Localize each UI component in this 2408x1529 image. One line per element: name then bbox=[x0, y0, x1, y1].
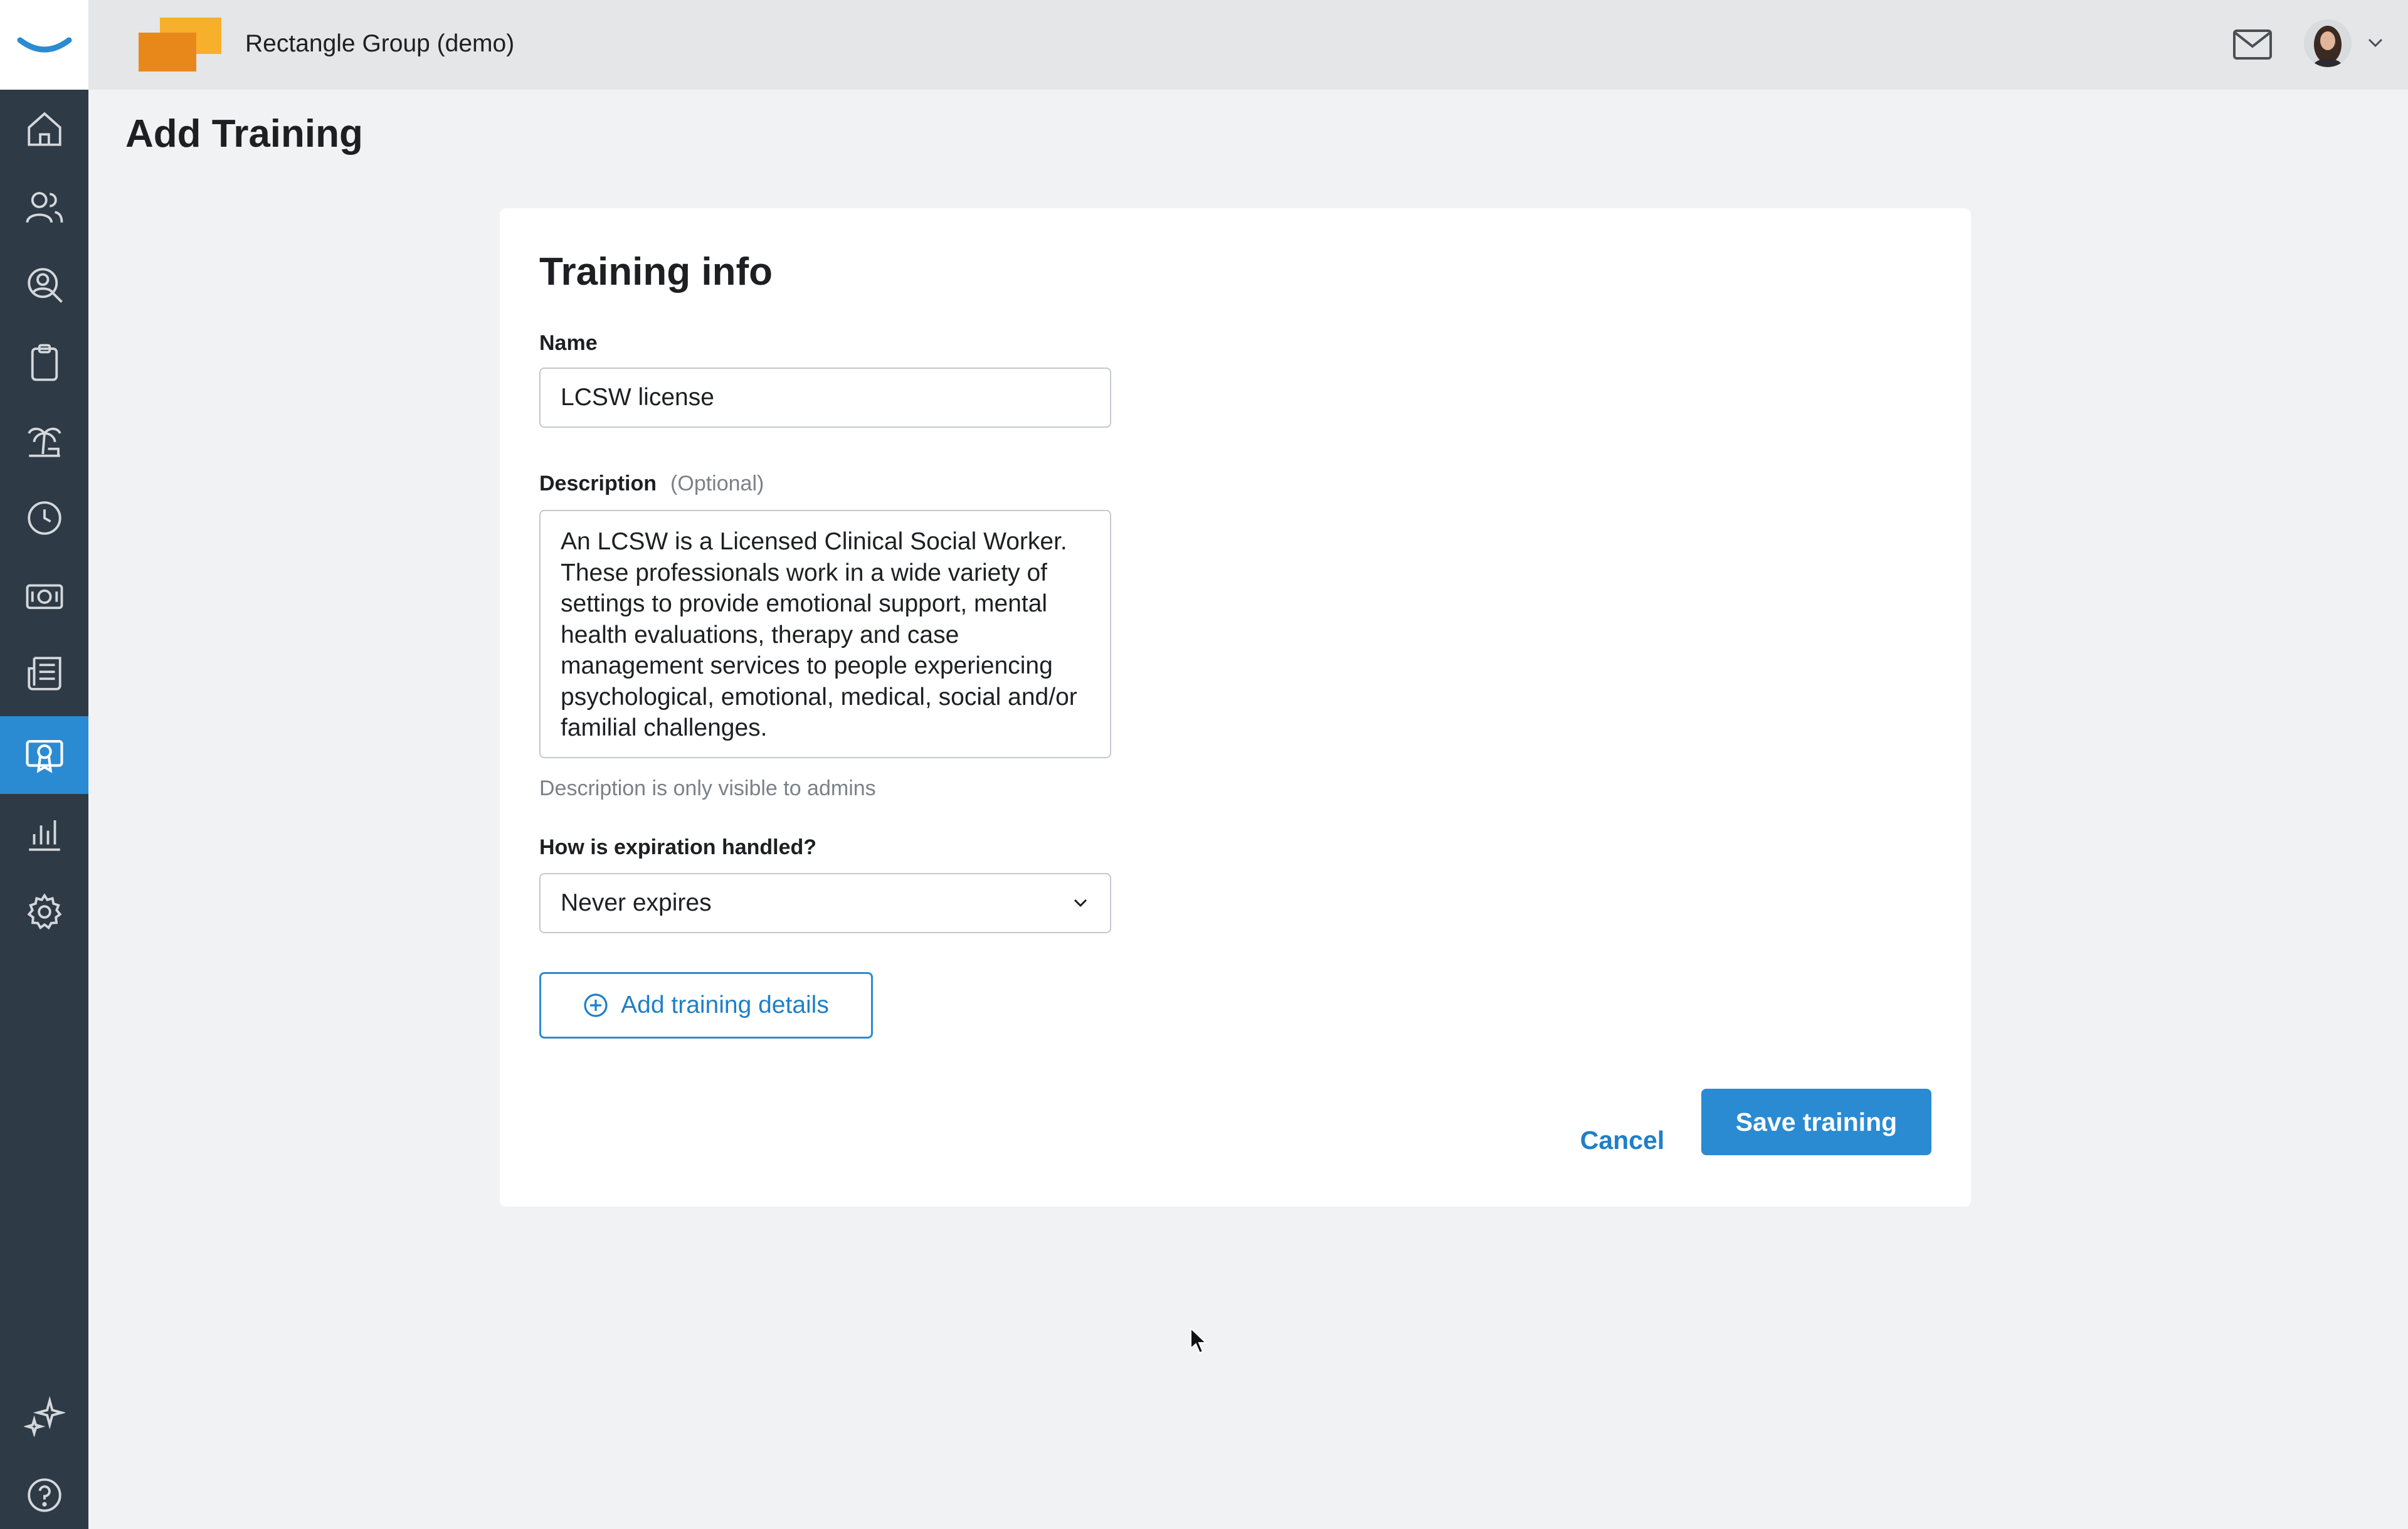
clock-icon bbox=[27, 501, 61, 535]
description-label-text: Description bbox=[539, 472, 657, 495]
sidebar-item-help[interactable] bbox=[0, 1456, 88, 1529]
training-info-card: Training info Name LCSW license Descript… bbox=[500, 208, 1971, 1207]
sidebar-item-settings[interactable] bbox=[0, 873, 88, 951]
mouse-cursor-icon bbox=[1190, 1327, 1208, 1354]
page-title: Add Training bbox=[125, 112, 363, 156]
sidebar-item-home[interactable] bbox=[0, 90, 88, 168]
palm-tree-icon bbox=[27, 427, 61, 457]
help-icon bbox=[27, 1478, 61, 1512]
section-title: Training info bbox=[539, 250, 773, 294]
home-icon bbox=[27, 112, 61, 146]
expiration-label: How is expiration handled? bbox=[539, 835, 817, 859]
sidebar-item-tasks[interactable] bbox=[0, 324, 88, 401]
people-icon bbox=[26, 192, 63, 223]
sidebar-item-documents[interactable] bbox=[0, 635, 88, 712]
top-bar: Rectangle Group (demo) bbox=[88, 0, 2408, 90]
name-input[interactable]: LCSW license bbox=[539, 368, 1111, 428]
add-training-details-label: Add training details bbox=[621, 992, 829, 1018]
description-label: Description (Optional) bbox=[539, 472, 764, 496]
description-hint: Description is only visible to admins bbox=[539, 776, 876, 800]
optional-tag: (Optional) bbox=[670, 472, 764, 495]
bar-chart-icon bbox=[28, 820, 60, 851]
expiration-select[interactable]: Never expires bbox=[539, 873, 1111, 933]
mail-icon[interactable] bbox=[2232, 29, 2273, 60]
money-icon bbox=[26, 584, 63, 610]
chevron-down-icon[interactable] bbox=[2366, 36, 2385, 50]
cancel-button[interactable]: Cancel bbox=[1580, 1108, 1664, 1173]
user-photo bbox=[2304, 19, 2352, 67]
sidebar-item-time[interactable] bbox=[0, 479, 88, 557]
sidebar-item-reports[interactable] bbox=[0, 795, 88, 873]
newspaper-icon bbox=[27, 657, 61, 690]
sidebar-item-person-search[interactable] bbox=[0, 246, 88, 324]
sidebar-item-time-off[interactable] bbox=[0, 401, 88, 479]
sparkle-icon bbox=[23, 1395, 65, 1437]
user-avatar[interactable] bbox=[2304, 19, 2352, 67]
description-value: An LCSW is a Licensed Clinical Social Wo… bbox=[561, 528, 1077, 741]
add-training-details-button[interactable]: Add training details bbox=[539, 972, 873, 1039]
company-logo-icon bbox=[139, 18, 221, 71]
sidebar-item-assistant[interactable] bbox=[0, 1377, 88, 1455]
certificate-icon bbox=[25, 739, 63, 773]
person-search-icon bbox=[27, 268, 63, 303]
plus-circle-icon bbox=[584, 993, 608, 1017]
smile-logo-icon bbox=[17, 37, 71, 52]
description-textarea[interactable]: An LCSW is a Licensed Clinical Social Wo… bbox=[539, 510, 1111, 758]
expiration-selected-value: Never expires bbox=[561, 889, 712, 916]
chevron-down-icon bbox=[1074, 899, 1087, 907]
sidebar-item-training[interactable] bbox=[0, 716, 88, 794]
gear-icon bbox=[26, 893, 62, 930]
app-logo[interactable] bbox=[0, 0, 88, 90]
name-input-value: LCSW license bbox=[561, 384, 714, 411]
company-name[interactable]: Rectangle Group (demo) bbox=[245, 30, 514, 58]
save-training-button[interactable]: Save training bbox=[1701, 1089, 1931, 1155]
sidebar bbox=[0, 0, 88, 1529]
name-label: Name bbox=[539, 331, 598, 355]
clipboard-icon bbox=[31, 344, 58, 381]
sidebar-item-payroll[interactable] bbox=[0, 557, 88, 635]
sidebar-item-people[interactable] bbox=[0, 168, 88, 246]
